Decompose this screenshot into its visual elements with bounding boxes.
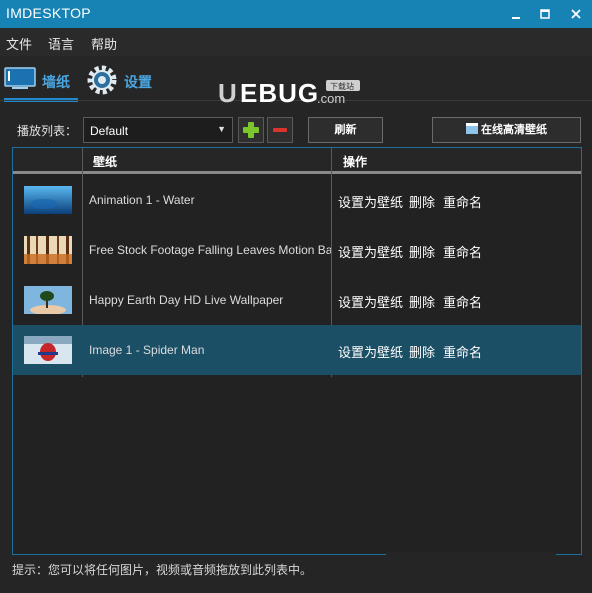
site-logo: U EBUG .com 下载站 bbox=[218, 78, 368, 108]
table-row[interactable]: Happy Earth Day HD Live Wallpaper 设置为壁纸 … bbox=[13, 275, 581, 325]
minimize-button[interactable] bbox=[500, 0, 532, 28]
wallpaper-thumbnail bbox=[24, 236, 72, 264]
tab-settings[interactable]: 设置 bbox=[86, 62, 156, 98]
set-wallpaper-link[interactable]: 设置为壁纸 bbox=[338, 342, 403, 361]
rename-link[interactable]: 重命名 bbox=[443, 342, 482, 361]
minimize-icon bbox=[512, 17, 520, 19]
wallpaper-thumbnail bbox=[24, 186, 72, 214]
table-header: 壁纸 操作 bbox=[13, 148, 581, 174]
chevron-down-icon: ▼ bbox=[217, 124, 226, 134]
wallpaper-name: Animation 1 - Water bbox=[89, 193, 195, 207]
svg-text:下载站: 下载站 bbox=[330, 81, 354, 91]
delete-link[interactable]: 删除 bbox=[409, 342, 435, 361]
set-wallpaper-link[interactable]: 设置为壁纸 bbox=[338, 242, 403, 261]
maximize-icon bbox=[540, 9, 550, 19]
tab-wallpaper[interactable]: 墙纸 bbox=[4, 62, 78, 98]
svg-text:U: U bbox=[218, 78, 238, 108]
playlist-value: Default bbox=[90, 124, 129, 138]
maximize-button[interactable] bbox=[529, 0, 561, 28]
svg-text:EBUG: EBUG bbox=[240, 78, 319, 108]
wallpaper-thumbnail bbox=[24, 286, 72, 314]
column-header-actions[interactable]: 操作 bbox=[343, 153, 367, 170]
rename-link[interactable]: 重命名 bbox=[443, 292, 482, 311]
desktop-icon bbox=[4, 67, 36, 89]
menu-language[interactable]: 语言 bbox=[48, 34, 74, 53]
set-wallpaper-link[interactable]: 设置为壁纸 bbox=[338, 292, 403, 311]
table-border-gap bbox=[386, 552, 556, 558]
title-bar: IMDESKTOP bbox=[0, 0, 592, 28]
close-icon bbox=[571, 9, 581, 19]
rename-link[interactable]: 重命名 bbox=[443, 192, 482, 211]
tab-settings-label: 设置 bbox=[124, 74, 152, 90]
delete-link[interactable]: 删除 bbox=[409, 242, 435, 261]
wallpaper-thumbnail bbox=[24, 336, 72, 364]
table-row[interactable]: Free Stock Footage Falling Leaves Motion… bbox=[13, 225, 581, 275]
online-wallpaper-label: 在线高清壁纸 bbox=[481, 124, 547, 136]
menu-help[interactable]: 帮助 bbox=[91, 34, 117, 53]
wallpaper-table: 壁纸 操作 Animation 1 - Water 设置为壁纸 删除 重命名 F… bbox=[12, 147, 582, 555]
gear-icon bbox=[87, 65, 117, 95]
tab-wallpaper-label: 墙纸 bbox=[42, 74, 70, 90]
remove-playlist-button[interactable] bbox=[267, 117, 293, 143]
wallpaper-name: Free Stock Footage Falling Leaves Motion… bbox=[89, 243, 331, 257]
wallpaper-name: Happy Earth Day HD Live Wallpaper bbox=[89, 293, 284, 307]
online-wallpaper-button[interactable]: 在线高清壁纸 bbox=[432, 117, 581, 143]
table-row[interactable]: Animation 1 - Water 设置为壁纸 删除 重命名 bbox=[13, 175, 581, 225]
rename-link[interactable]: 重命名 bbox=[443, 242, 482, 261]
add-playlist-button[interactable] bbox=[238, 117, 264, 143]
playlist-label: 播放列表： bbox=[17, 124, 78, 138]
hint-text: 提示：您可以将任何图片，视频或音频拖放到此列表中。 bbox=[12, 563, 313, 577]
refresh-button[interactable]: 刷新 bbox=[308, 117, 383, 143]
clapperboard-icon bbox=[466, 123, 478, 134]
close-button[interactable] bbox=[560, 0, 592, 28]
column-header-wallpaper[interactable]: 壁纸 bbox=[93, 153, 117, 170]
delete-link[interactable]: 删除 bbox=[409, 292, 435, 311]
wallpaper-name: Image 1 - Spider Man bbox=[89, 343, 205, 357]
table-row-selected[interactable]: Image 1 - Spider Man 设置为壁纸 删除 重命名 bbox=[13, 325, 581, 375]
plus-icon bbox=[243, 122, 259, 138]
window-title: IMDESKTOP bbox=[6, 5, 91, 21]
svg-text:.com: .com bbox=[317, 91, 345, 106]
playlist-select[interactable]: Default ▼ bbox=[83, 117, 233, 143]
set-wallpaper-link[interactable]: 设置为壁纸 bbox=[338, 192, 403, 211]
minus-icon bbox=[273, 128, 287, 132]
menu-bar: 文件 语言 帮助 bbox=[0, 28, 592, 56]
menu-file[interactable]: 文件 bbox=[6, 34, 32, 53]
delete-link[interactable]: 删除 bbox=[409, 192, 435, 211]
